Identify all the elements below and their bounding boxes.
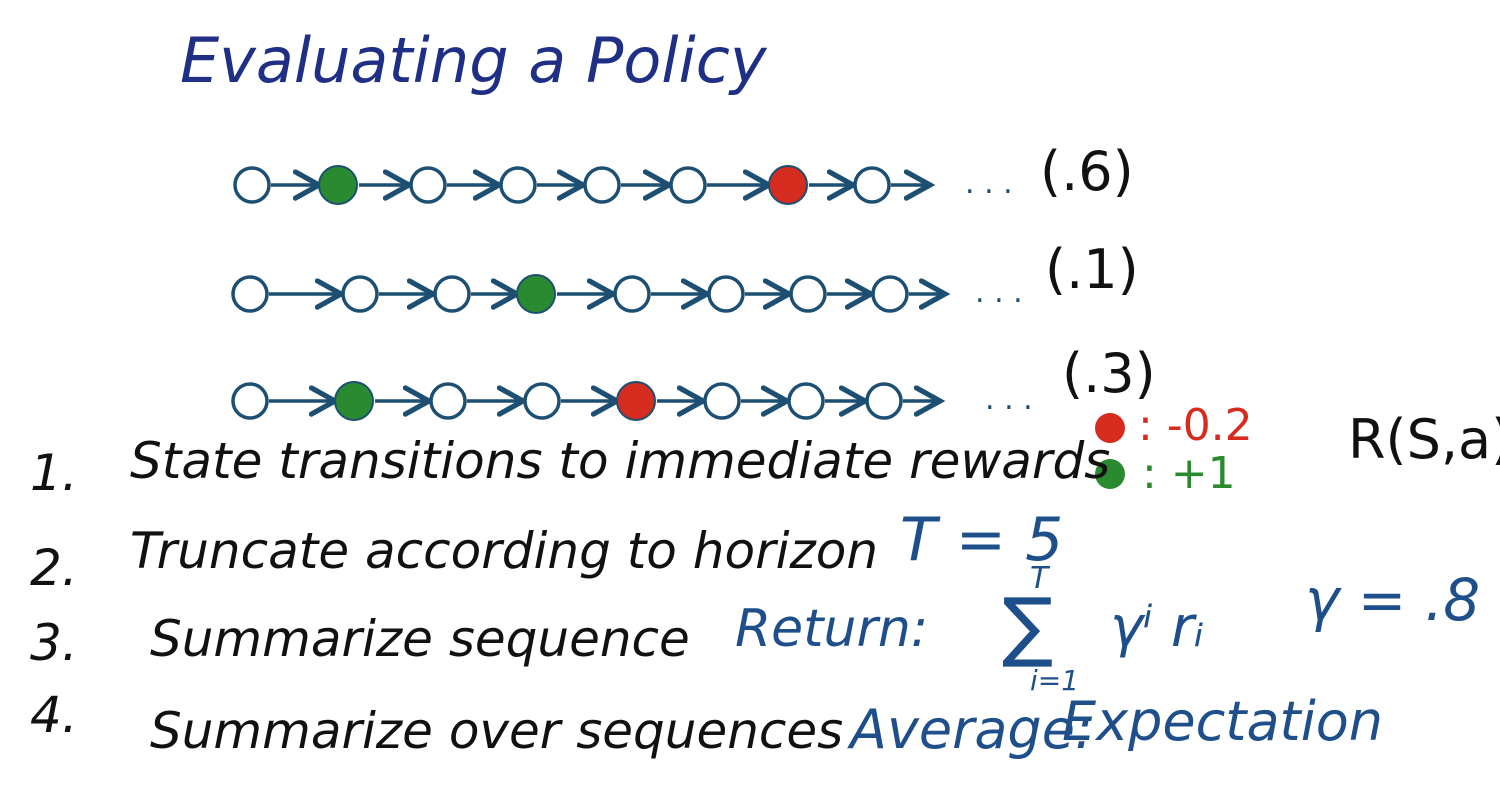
state-node: [853, 166, 891, 204]
state-node: [707, 275, 745, 313]
diagram-title: Evaluating a Policy: [180, 24, 768, 97]
expectation-label: Expectation: [1062, 690, 1383, 753]
sequence-chains: . . . . . . . . .: [231, 165, 1033, 421]
legend-red-value: : -0.2: [1138, 400, 1253, 451]
state-node: [231, 275, 269, 313]
state-node-positive-reward: [334, 381, 374, 421]
state-node: [583, 166, 621, 204]
state-node-negative-reward: [616, 381, 656, 421]
state-node: [613, 275, 651, 313]
sequence-chain-2: . . .: [231, 274, 1023, 314]
state-node: [233, 166, 271, 204]
state-node: [231, 382, 269, 420]
step-4-number: 4.: [30, 686, 78, 744]
step-3-number: 3.: [30, 614, 78, 672]
state-node: [789, 275, 827, 313]
state-node: [429, 382, 467, 420]
state-node: [499, 166, 537, 204]
state-node: [787, 382, 825, 420]
state-node: [409, 166, 447, 204]
step-2-number: 2.: [30, 539, 78, 597]
step-1-text: State transitions to immediate rewards: [130, 432, 1110, 490]
step-3-text: Summarize sequence: [150, 610, 690, 668]
average-label: Average:: [847, 698, 1093, 761]
whiteboard-canvas: Evaluating a Policy . . . . . . . . . (.6)…: [30, 24, 1500, 761]
state-node-positive-reward: [318, 165, 358, 205]
step-1-number: 1.: [30, 444, 78, 502]
sequence-chain-1: . . .: [233, 165, 1013, 205]
state-node: [669, 166, 707, 204]
return-label: Return:: [735, 599, 928, 659]
state-node: [871, 275, 909, 313]
state-node: [523, 382, 561, 420]
gamma-value: γ = .8: [1305, 566, 1480, 634]
sum-term: γⁱ rᵢ: [1110, 595, 1204, 660]
step-4-text: Summarize over sequences: [150, 702, 843, 760]
state-node: [865, 382, 903, 420]
sequence-ellipsis: . . .: [965, 166, 1013, 201]
state-node-positive-reward: [516, 274, 556, 314]
sequence-probability-2: (.1): [1045, 238, 1139, 301]
state-node-negative-reward: [768, 165, 808, 205]
sequence-ellipsis: . . .: [975, 275, 1023, 310]
state-node: [703, 382, 741, 420]
sequence-chain-3: . . .: [231, 381, 1033, 421]
sequence-probability-3: (.3): [1062, 342, 1156, 405]
legend-green-value: : +1: [1142, 448, 1236, 499]
state-node: [433, 275, 471, 313]
sequence-probability-1: (.6): [1040, 140, 1134, 203]
step-2-text: Truncate according to horizon: [130, 522, 878, 580]
reward-function: R(S,a): [1348, 408, 1500, 471]
sum-sign: ∑: [1002, 581, 1053, 670]
state-node: [341, 275, 379, 313]
sequence-ellipsis: . . .: [985, 382, 1033, 417]
